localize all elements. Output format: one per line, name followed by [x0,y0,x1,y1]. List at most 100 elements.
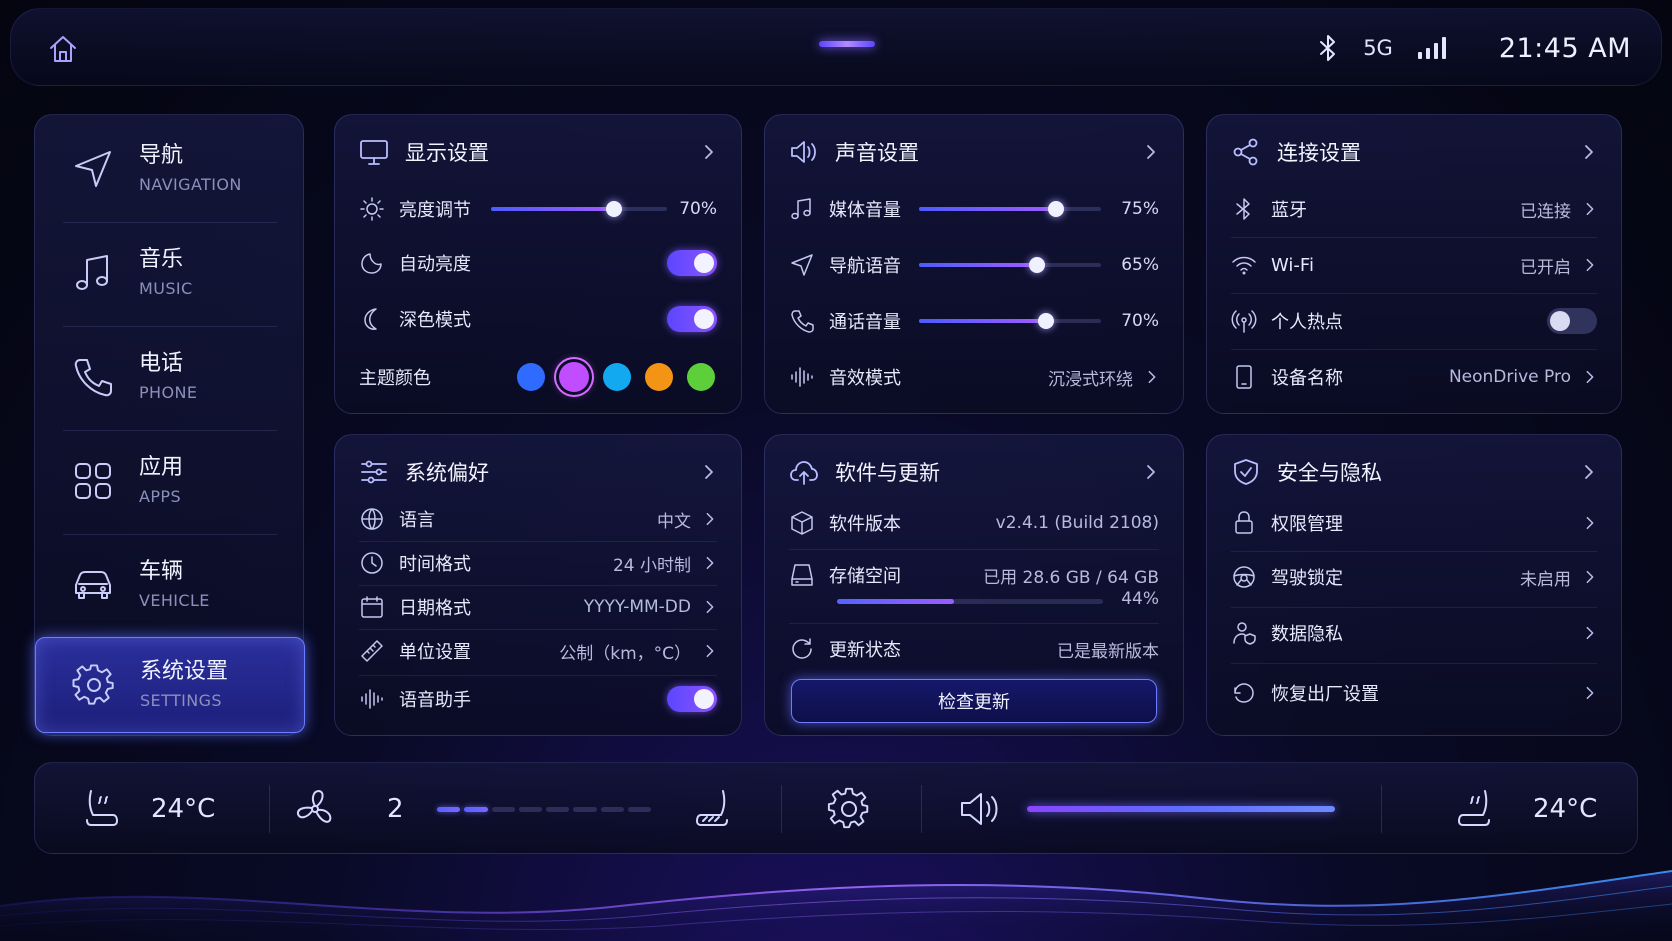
divider [1381,785,1382,833]
units-row[interactable]: 单位设置 公制（km，°C） [359,635,717,667]
sidebar-item-sublabel: NAVIGATION [139,175,242,194]
navigation-icon [75,151,111,187]
system-preferences-header[interactable]: 系统偏好 [359,455,717,489]
brightness-slider[interactable] [491,201,667,217]
moon-icon [364,308,377,330]
chevron-right-icon [1586,516,1594,530]
color-swatch-green[interactable] [687,363,715,391]
row-label: 日期格式 [399,598,471,619]
steering-wheel-icon [1233,566,1255,588]
speaker-icon [961,793,998,825]
voice-assistant-toggle[interactable] [667,686,717,712]
check-update-button[interactable]: 检查更新 [791,679,1157,723]
auto-brightness-toggle[interactable] [667,250,717,276]
sound-effect-row[interactable]: 音效模式 沉浸式环绕 [789,361,1159,393]
call-volume-slider[interactable] [919,313,1101,329]
date-format-row[interactable]: 日期格式 YYYY-MM-DD [359,591,717,623]
chevron-right-icon [1586,370,1594,384]
security-privacy-card: 安全与隐私 权限管理 驾驶锁定 未启用 数据隐私 恢复出厂设置 [1206,434,1622,736]
card-title: 系统偏好 [405,461,489,485]
device-name-row[interactable]: 设备名称 NeonDrive Pro [1231,361,1597,393]
divider [359,675,717,676]
slider-knob[interactable] [606,201,623,217]
chevron-right-icon [1586,686,1594,700]
date-format-value: YYYY-MM-DD [583,597,691,617]
sidebar-item-apps[interactable]: 应用 APPS [35,431,305,531]
color-swatch-purple[interactable] [559,362,589,392]
nav-voice-slider[interactable] [919,257,1101,273]
sliders-icon [361,460,387,484]
decorative-wave [0,870,1672,941]
chevron-right-icon [705,145,713,159]
row-label: 软件版本 [829,514,901,535]
sidebar-item-label: 音乐 [139,247,184,272]
brightness-row: 亮度调节 70% [359,193,717,225]
slider-knob[interactable] [1029,257,1046,273]
dark-mode-toggle[interactable] [667,306,717,332]
sidebar-item-phone[interactable]: 电话 PHONE [35,327,305,427]
card-title: 软件与更新 [835,461,940,485]
drive-lock-row[interactable]: 驾驶锁定 未启用 [1231,561,1597,593]
wifi-row[interactable]: Wi-Fi 已开启 [1231,249,1597,281]
drag-handle[interactable] [819,41,875,47]
chevron-right-icon [706,556,714,570]
seat-heat-icon [1458,790,1490,826]
chevron-right-icon [1147,145,1155,159]
voice-assistant-row: 语音助手 [359,683,717,715]
status-indicators: 5G 21:45 AM [1317,31,1631,65]
sidebar-item-music[interactable]: 音乐 MUSIC [35,223,305,323]
connection-settings-header[interactable]: 连接设置 [1231,135,1597,169]
hotspot-toggle[interactable] [1547,308,1597,334]
slider-knob[interactable] [1038,313,1055,329]
language-row[interactable]: 语言 中文 [359,503,717,535]
media-volume-slider[interactable] [919,201,1101,217]
color-swatch-orange[interactable] [645,363,673,391]
apps-icon [75,463,111,499]
divider [359,585,717,586]
time-format-row[interactable]: 时间格式 24 小时制 [359,547,717,579]
fan-speed-segment[interactable] [600,807,624,812]
row-label: 权限管理 [1271,514,1343,535]
fan-speed-segment[interactable] [518,807,542,812]
storage-percent: 44% [1121,589,1159,609]
fan-speed-segment[interactable] [546,807,570,812]
data-privacy-row[interactable]: 数据隐私 [1231,617,1597,649]
volume-slider[interactable] [1027,806,1335,812]
fan-speed-segment[interactable] [627,807,651,812]
cloud-upload-icon [790,461,818,485]
sidebar-item-sublabel: PHONE [139,383,198,402]
slider-fill [919,263,1038,267]
drive-lock-value: 未启用 [1520,569,1571,590]
divider [1231,607,1597,608]
row-label: 单位设置 [399,642,471,663]
bluetooth-row[interactable]: 蓝牙 已连接 [1231,193,1597,225]
toggle-knob [694,309,714,329]
security-privacy-header[interactable]: 安全与隐私 [1231,455,1597,489]
software-update-header[interactable]: 软件与更新 [789,455,1159,489]
color-swatch-cyan[interactable] [603,363,631,391]
display-settings-header[interactable]: 显示设置 [359,135,717,169]
media-volume-row: 媒体音量 75% [789,193,1159,225]
sidebar-item-navigation[interactable]: 导航 NAVIGATION [35,119,305,219]
home-button[interactable] [45,31,81,67]
nav-voice-row: 导航语音 65% [789,249,1159,281]
card-title: 声音设置 [835,141,919,165]
fan-speed-segment[interactable] [491,807,515,812]
color-swatch-blue[interactable] [517,363,545,391]
divider [359,541,717,542]
factory-reset-row[interactable]: 恢复出厂设置 [1231,677,1597,709]
bluetooth-icon [1320,35,1336,61]
slider-knob[interactable] [1047,201,1064,217]
fan-speed-segment[interactable] [573,807,597,812]
package-icon [791,511,813,535]
fan-speed-segment[interactable] [464,807,488,812]
gear-icon [72,664,114,705]
fan-speed-segment[interactable] [437,807,461,812]
sidebar-item-settings[interactable]: 系统设置 SETTINGS [35,637,305,733]
permissions-row[interactable]: 权限管理 [1231,507,1597,539]
sidebar-item-vehicle[interactable]: 车辆 VEHICLE [35,535,305,635]
user-shield-icon [1233,622,1256,645]
row-label: 通话音量 [829,312,901,333]
sound-settings-header[interactable]: 声音设置 [789,135,1159,169]
equalizer-icon [791,367,813,387]
